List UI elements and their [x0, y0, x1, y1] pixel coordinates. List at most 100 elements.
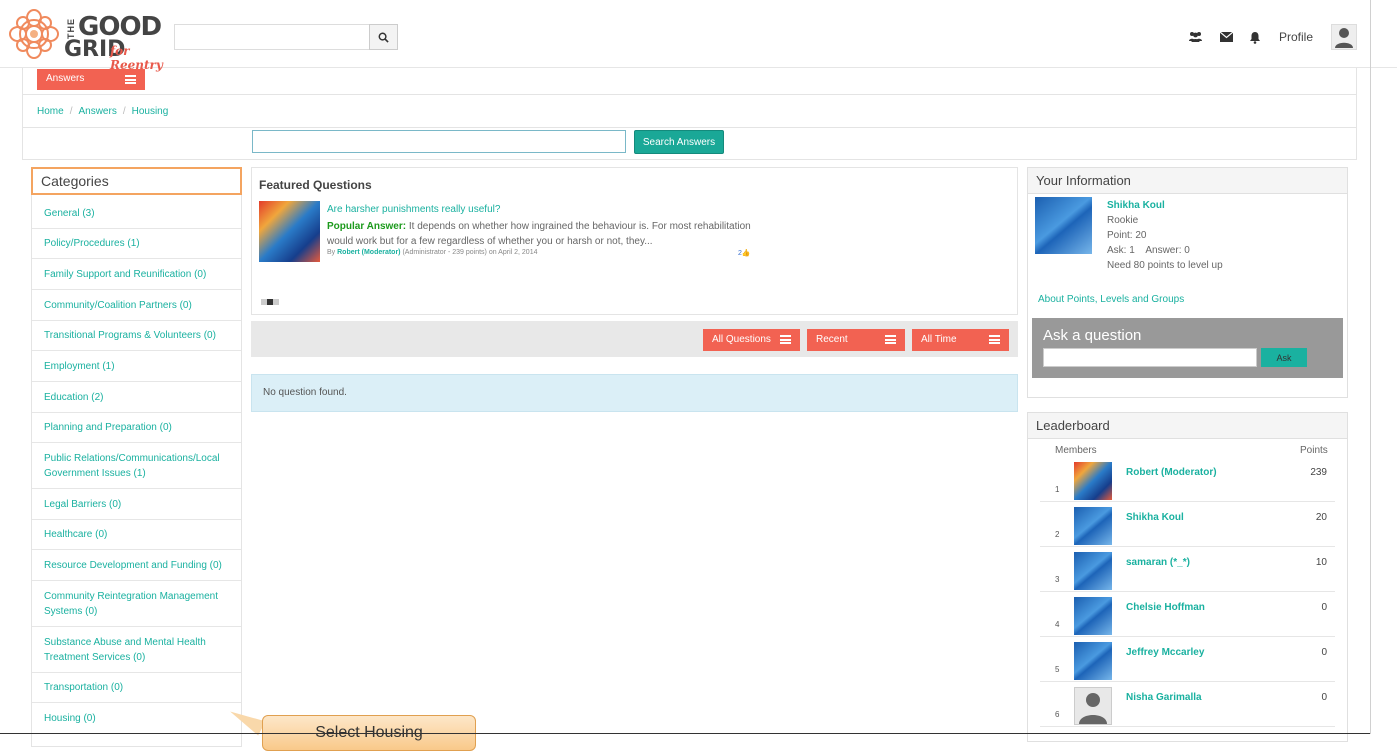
- leaderboard-members-header: Members: [1055, 445, 1097, 456]
- ask-button[interactable]: Ask: [1261, 348, 1307, 367]
- category-item[interactable]: Planning and Preparation (0): [32, 413, 241, 443]
- user-level-note: Need 80 points to level up: [1107, 260, 1223, 271]
- leaderboard-points: 0: [1321, 602, 1327, 613]
- answer-search-input[interactable]: [252, 130, 626, 153]
- byline-meta: (Administrator - 239 points) on April 2,…: [402, 249, 538, 256]
- category-item[interactable]: Policy/Procedures (1): [32, 229, 241, 259]
- recent-filter[interactable]: Recent: [807, 329, 905, 351]
- leaderboard-row: 6 Nisha Garimalla 0: [1040, 682, 1335, 727]
- answers-menu-label: Answers: [46, 73, 85, 84]
- user-rank: Rookie: [1107, 215, 1139, 226]
- bottom-divider: [0, 733, 1370, 734]
- category-item[interactable]: Substance Abuse and Mental Health Treatm…: [32, 627, 241, 673]
- site-search-button[interactable]: [369, 24, 398, 50]
- breadcrumb: Home / Answers / Housing: [37, 106, 169, 117]
- leaderboard-avatar[interactable]: [1074, 597, 1112, 635]
- user-ask-answer: Ask: 1 Answer: 0: [1107, 245, 1190, 256]
- leaderboard-points: 0: [1321, 647, 1327, 658]
- leaderboard-points: 239: [1310, 467, 1327, 478]
- leaderboard-row: 3 samaran (*_*) 10: [1040, 547, 1335, 592]
- site-logo[interactable]: THE GOOD GRID for Reentry: [8, 8, 168, 72]
- category-item[interactable]: General (3): [32, 198, 241, 229]
- answers-menu-button[interactable]: Answers: [37, 69, 145, 90]
- leaderboard-title: Leaderboard: [1028, 413, 1347, 439]
- leaderboard-name[interactable]: Shikha Koul: [1126, 512, 1184, 523]
- popular-answer-label: Popular Answer:: [327, 221, 407, 232]
- logo-the: THE: [66, 18, 76, 39]
- category-item[interactable]: Healthcare (0): [32, 520, 241, 550]
- category-item[interactable]: Resource Development and Funding (0): [32, 550, 241, 581]
- user-profile-thumbnail[interactable]: [1035, 197, 1092, 254]
- leaderboard-rank: 3: [1055, 575, 1060, 584]
- featured-byline: By Robert (Moderator) (Administrator - 2…: [327, 249, 537, 256]
- ask-question-input[interactable]: [1043, 348, 1257, 367]
- leaderboard-points: 0: [1321, 692, 1327, 703]
- envelope-icon[interactable]: [1218, 30, 1234, 44]
- category-item[interactable]: Community/Coalition Partners (0): [32, 290, 241, 321]
- site-search-input[interactable]: [174, 24, 370, 50]
- category-item[interactable]: Transportation (0): [32, 673, 241, 703]
- user-avatar-icon[interactable]: [1331, 24, 1357, 50]
- all-questions-filter[interactable]: All Questions: [703, 329, 800, 351]
- featured-question-thumbnail[interactable]: [259, 201, 320, 262]
- search-answers-button[interactable]: Search Answers: [634, 130, 724, 154]
- category-item[interactable]: Legal Barriers (0): [32, 489, 241, 520]
- sub-navigation: [22, 68, 1357, 95]
- leaderboard-name[interactable]: Nisha Garimalla: [1126, 692, 1202, 703]
- carousel-dots[interactable]: [261, 299, 279, 305]
- users-icon[interactable]: [1187, 30, 1203, 44]
- category-item[interactable]: Employment (1): [32, 351, 241, 382]
- all-time-filter[interactable]: All Time: [912, 329, 1009, 351]
- leaderboard-row: 1 Robert (Moderator) 239: [1040, 457, 1335, 502]
- category-item[interactable]: Community Reintegration Management Syste…: [32, 581, 241, 627]
- categories-title: Categories: [31, 167, 242, 195]
- ask-question-title: Ask a question: [1043, 327, 1142, 344]
- category-item[interactable]: Transitional Programs & Volunteers (0): [32, 321, 241, 351]
- leaderboard-rank: 5: [1055, 665, 1060, 674]
- category-item[interactable]: Public Relations/Communications/Local Go…: [32, 443, 241, 489]
- leaderboard-row: 4 Chelsie Hoffman 0: [1040, 592, 1335, 637]
- recent-label: Recent: [816, 334, 848, 345]
- breadcrumb-bar: [22, 95, 1357, 128]
- leaderboard-avatar[interactable]: [1074, 687, 1112, 725]
- menu-burger-icon: [125, 75, 136, 84]
- featured-popular-answer: Popular Answer: It depends on whether ho…: [327, 219, 757, 249]
- byline-prefix: By: [327, 249, 336, 256]
- all-time-label: All Time: [921, 334, 957, 345]
- leaderboard-rank: 6: [1055, 710, 1060, 719]
- leaderboard-points-header: Points: [1300, 445, 1328, 456]
- category-item[interactable]: Family Support and Reunification (0): [32, 259, 241, 290]
- menu-burger-icon: [989, 335, 1000, 344]
- leaderboard-name[interactable]: Jeffrey Mccarley: [1126, 647, 1204, 658]
- featured-title: Featured Questions: [259, 178, 372, 192]
- leaderboard-avatar[interactable]: [1074, 552, 1112, 590]
- breadcrumb-answers[interactable]: Answers: [78, 106, 116, 117]
- profile-link[interactable]: Profile: [1279, 30, 1313, 44]
- breadcrumb-home[interactable]: Home: [37, 106, 64, 117]
- category-item-housing[interactable]: Housing (0): [32, 703, 241, 734]
- leaderboard-avatar[interactable]: [1074, 642, 1112, 680]
- leaderboard-rank: 4: [1055, 620, 1060, 629]
- featured-question-link[interactable]: Are harsher punishments really useful?: [327, 204, 500, 215]
- menu-burger-icon: [885, 335, 896, 344]
- leaderboard-name[interactable]: Chelsie Hoffman: [1126, 602, 1205, 613]
- bell-icon[interactable]: [1247, 30, 1263, 44]
- thumbs-up-icon: 👍: [741, 250, 751, 257]
- leaderboard-avatar[interactable]: [1074, 462, 1112, 500]
- leaderboard-row: 5 Jeffrey Mccarley 0: [1040, 637, 1335, 682]
- flower-logo-icon: [9, 9, 59, 59]
- featured-likes[interactable]: 2👍: [738, 249, 751, 257]
- leaderboard-avatar[interactable]: [1074, 507, 1112, 545]
- leaderboard-rank: 1: [1055, 485, 1060, 494]
- your-information-title: Your Information: [1028, 168, 1347, 194]
- default-user-icon: [1079, 693, 1107, 724]
- leaderboard-name[interactable]: Robert (Moderator): [1126, 467, 1217, 478]
- search-icon: [378, 32, 389, 43]
- user-name-link[interactable]: Shikha Koul: [1107, 200, 1165, 211]
- category-item[interactable]: Education (2): [32, 382, 241, 413]
- leaderboard-points: 20: [1315, 512, 1327, 523]
- byline-author[interactable]: Robert (Moderator): [337, 249, 400, 256]
- leaderboard-name[interactable]: samaran (*_*): [1126, 557, 1190, 568]
- breadcrumb-housing[interactable]: Housing: [132, 106, 169, 117]
- about-points-link[interactable]: About Points, Levels and Groups: [1038, 294, 1184, 305]
